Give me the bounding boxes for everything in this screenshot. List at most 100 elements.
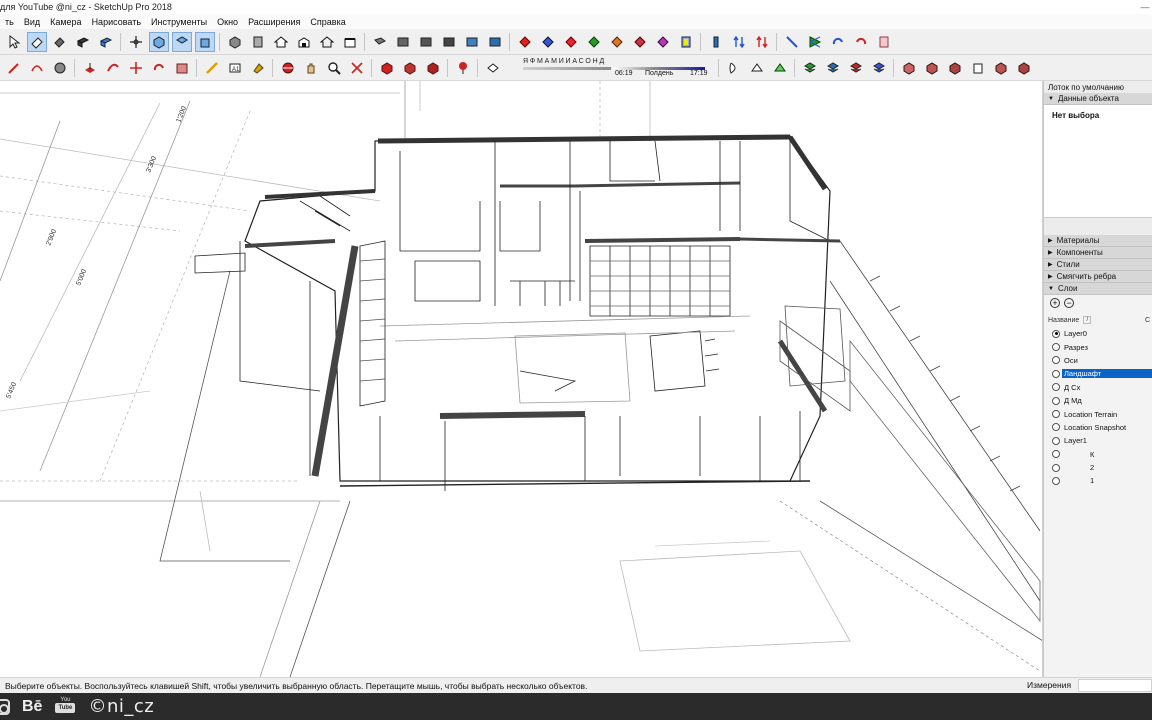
edit-icon[interactable]: /	[1083, 316, 1092, 324]
layer-name[interactable]: Location Snapshot	[1062, 423, 1128, 432]
pan-icon[interactable]	[301, 58, 321, 78]
text-icon[interactable]: A1	[225, 58, 245, 78]
active-layer-radio[interactable]	[1052, 450, 1060, 459]
move-icon[interactable]	[782, 32, 802, 52]
arc-icon[interactable]	[27, 58, 47, 78]
layer-green-icon[interactable]	[846, 58, 866, 78]
layer-name[interactable]: Ландшафт	[1062, 369, 1152, 379]
menu-edit[interactable]: ть	[0, 17, 19, 27]
axes-magenta-icon[interactable]	[676, 32, 696, 52]
menu-extensions[interactable]: Расширения	[243, 17, 305, 27]
section-plane-icon[interactable]	[370, 32, 390, 52]
axes-green-icon[interactable]	[584, 32, 604, 52]
active-layer-radio[interactable]	[1052, 356, 1060, 365]
layers-color-header[interactable]: C	[1145, 317, 1152, 324]
menu-help[interactable]: Справка	[305, 17, 350, 27]
push-pull-icon[interactable]	[80, 58, 100, 78]
menu-tools[interactable]: Инструменты	[146, 17, 212, 27]
active-layer-radio[interactable]	[1052, 423, 1060, 432]
layer-name[interactable]: Д Сх	[1062, 383, 1082, 392]
active-layer-radio[interactable]	[1052, 396, 1060, 405]
layer-row[interactable]: Разрез	[1044, 340, 1152, 353]
active-layer-radio[interactable]	[1052, 343, 1060, 352]
layer-name[interactable]: Разрез	[1062, 343, 1090, 352]
view-front-icon[interactable]	[194, 31, 215, 52]
active-layer-radio[interactable]	[1052, 383, 1060, 392]
eraser-icon[interactable]	[26, 31, 47, 52]
panel-styles[interactable]: ▶ Стили	[1044, 259, 1152, 271]
component-group-icon[interactable]	[248, 32, 268, 52]
layout-icon[interactable]	[423, 58, 443, 78]
layer-name[interactable]: К	[1062, 450, 1096, 459]
layer-red-icon[interactable]	[823, 58, 843, 78]
measurements-input[interactable]	[1078, 679, 1152, 692]
paint-icon[interactable]	[248, 58, 268, 78]
layer-row[interactable]: К	[1044, 448, 1152, 461]
solid-intersect-icon[interactable]	[1014, 58, 1034, 78]
panel-layers[interactable]: ▼ Слои	[1044, 283, 1152, 295]
entity-info-panel-header[interactable]: ▼ Данные объекта	[1044, 93, 1152, 105]
layer-name[interactable]: Оси	[1062, 356, 1080, 365]
model-viewport[interactable]: 1'200 3'300 2'900 5'000 5'450	[0, 81, 1043, 677]
layers-name-header[interactable]: Название	[1048, 317, 1079, 324]
panel-materials[interactable]: ▶ Материалы	[1044, 235, 1152, 247]
layer-stack-icon[interactable]	[800, 58, 820, 78]
layer-row[interactable]: Д Сх	[1044, 381, 1152, 394]
layer-row-selected[interactable]: Ландшафт	[1044, 367, 1152, 380]
layer-name[interactable]: Location Terrain	[1062, 410, 1119, 419]
section-e-icon[interactable]	[485, 32, 505, 52]
tape-measure-icon[interactable]	[202, 58, 222, 78]
month-slider[interactable]	[523, 66, 611, 70]
rotate-icon[interactable]	[149, 58, 169, 78]
axes-blue-icon[interactable]	[630, 32, 650, 52]
sandbox-icon[interactable]	[747, 58, 767, 78]
shadow-settings[interactable]: ЯФМАМИИАСОНД 06:19 Полдень 17:19	[507, 57, 712, 79]
menu-window[interactable]: Окно	[212, 17, 243, 27]
section-b-icon[interactable]	[416, 32, 436, 52]
solid-tools-icon[interactable]	[899, 58, 919, 78]
style-xray-icon[interactable]	[96, 32, 116, 52]
layer-row[interactable]: 1	[1044, 474, 1152, 487]
warehouse-icon[interactable]	[294, 32, 314, 52]
minimize-button[interactable]: —	[1138, 0, 1152, 14]
panel-components[interactable]: ▶ Компоненты	[1044, 247, 1152, 259]
section-c-icon[interactable]	[439, 32, 459, 52]
rotate-cw-icon[interactable]	[828, 32, 848, 52]
solid-trim-icon[interactable]	[968, 58, 988, 78]
orbit-icon[interactable]	[126, 32, 146, 52]
dimension-icon[interactable]	[729, 32, 749, 52]
solid-union-icon[interactable]	[922, 58, 942, 78]
layer-name[interactable]: 1	[1062, 476, 1096, 485]
layer-row[interactable]: 2	[1044, 461, 1152, 474]
active-layer-radio[interactable]	[1052, 369, 1060, 378]
layer-name[interactable]: 2	[1062, 463, 1096, 472]
active-layer-radio[interactable]	[1052, 463, 1060, 472]
delete-layer-button[interactable]: −	[1064, 298, 1074, 308]
measure-icon[interactable]	[706, 32, 726, 52]
scale-icon[interactable]	[805, 32, 825, 52]
rotate-ccw-icon[interactable]	[851, 32, 871, 52]
layer-name[interactable]: Layer1	[1062, 436, 1089, 445]
component-icon[interactable]	[225, 32, 245, 52]
axes-y-icon[interactable]	[561, 32, 581, 52]
door-icon[interactable]	[874, 32, 894, 52]
add-layer-button[interactable]: +	[1050, 298, 1060, 308]
active-layer-radio[interactable]	[1052, 436, 1060, 445]
layer-name[interactable]: Layer0	[1062, 329, 1089, 338]
layer-row[interactable]: Оси	[1044, 354, 1152, 367]
view-iso-icon[interactable]	[148, 31, 169, 52]
zoom-extents-icon[interactable]	[347, 58, 367, 78]
layer-name[interactable]: Д Мд	[1062, 396, 1084, 405]
offset-icon[interactable]	[172, 58, 192, 78]
pin-icon[interactable]	[453, 58, 473, 78]
move-arrows-icon[interactable]	[126, 58, 146, 78]
pencil-icon[interactable]	[4, 58, 24, 78]
fog-icon[interactable]	[724, 58, 744, 78]
active-layer-radio[interactable]	[1052, 329, 1060, 338]
axes-red-icon[interactable]	[538, 32, 558, 52]
house-icon[interactable]	[271, 32, 291, 52]
circle-icon[interactable]	[50, 58, 70, 78]
layer-row[interactable]: Layer0	[1044, 327, 1152, 340]
menu-draw[interactable]: Нарисовать	[87, 17, 146, 27]
layer-row[interactable]: Д Мд	[1044, 394, 1152, 407]
